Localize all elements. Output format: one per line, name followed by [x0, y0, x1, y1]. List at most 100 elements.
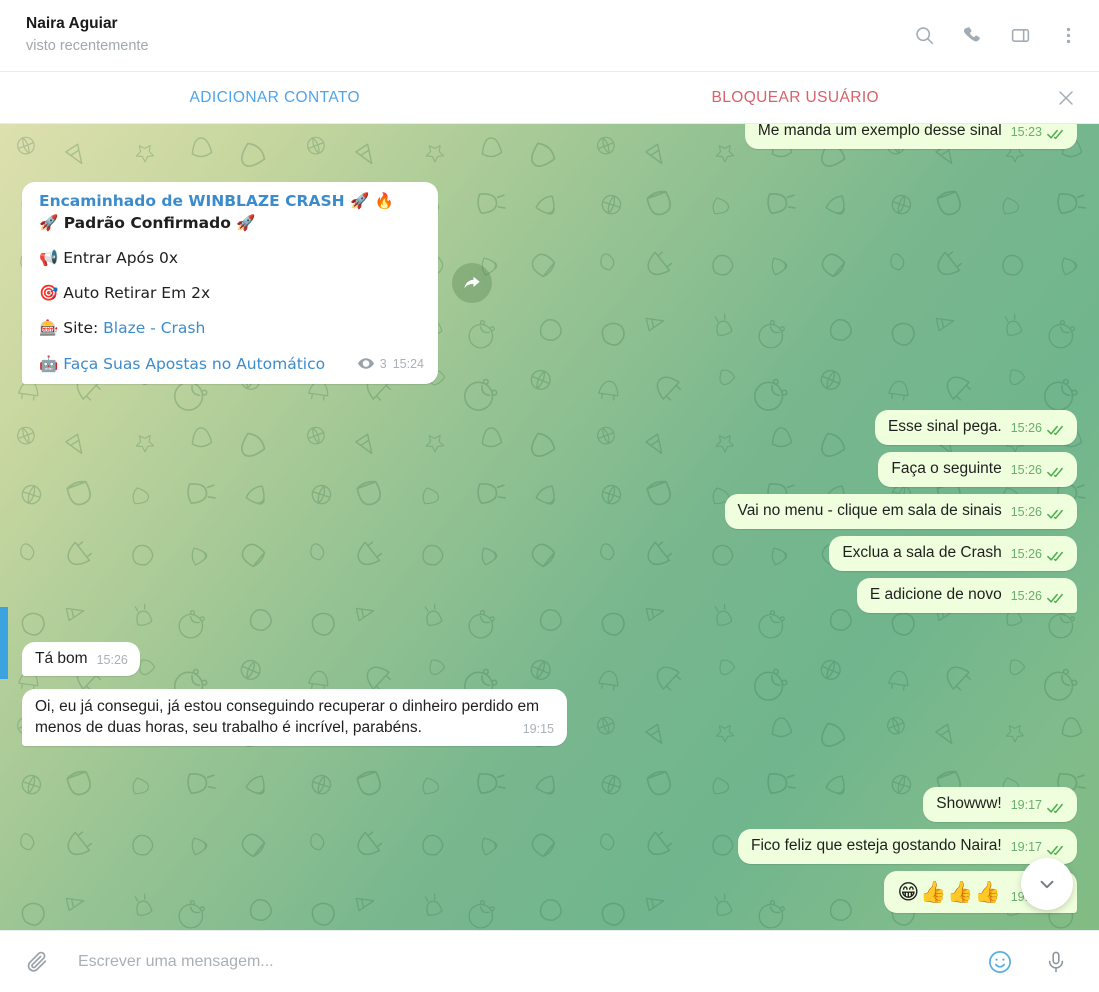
message-text: Esse sinal pega.: [887, 417, 1002, 435]
message-time: 15:24: [392, 356, 424, 371]
message-row: Showww! 19:17: [22, 787, 1077, 823]
message-time: 15:26: [1010, 546, 1042, 561]
message-meta: 15:26: [97, 652, 128, 670]
message-bubble-outgoing[interactable]: Fico feliz que esteja gostando Naira! 19…: [737, 829, 1077, 865]
message-text: 😁👍👍👍: [897, 880, 1002, 905]
message-time: 15:26: [1010, 420, 1042, 435]
signal-title: 🚀 Padrão Confirmado 🚀: [39, 213, 256, 232]
message-meta: 15:26: [1011, 504, 1065, 522]
message-meta: 15:26: [1011, 588, 1065, 606]
message-text: Fico feliz que esteja gostando Naira!: [750, 837, 1002, 855]
message-time: 15:23: [1010, 125, 1042, 140]
read-receipt-icon: [1047, 506, 1065, 520]
message-row: Vai no menu - clique em sala de sinais 1…: [22, 493, 1077, 529]
message-row: Fico feliz que esteja gostando Naira! 19…: [22, 829, 1077, 865]
message-time: 15:26: [1010, 588, 1042, 603]
telegram-chat-window: Naira Aguiar visto recentemente ADICIONA…: [0, 0, 1099, 992]
message-bubble-incoming[interactable]: Tá bom 15:26: [22, 641, 140, 677]
message-time: 15:26: [1010, 462, 1042, 477]
message-row: Tá bom 15:26: [22, 641, 1077, 677]
search-icon[interactable]: [911, 23, 937, 49]
peer-status: visto recentemente: [26, 38, 149, 55]
read-receipt-icon: [1047, 126, 1065, 140]
message-time: 19:17: [1010, 840, 1042, 855]
message-composer: [0, 930, 1099, 992]
add-contact-button[interactable]: ADICIONAR CONTATO: [0, 89, 550, 107]
forwarded-message-row: Encaminhado de WINBLAZE CRASH 🚀 🔥 🚀 Padr…: [22, 181, 1077, 384]
forwarded-from-label[interactable]: Encaminhado de WINBLAZE CRASH 🚀 🔥: [39, 192, 424, 210]
message-row: Faça o seguinte 15:26: [22, 451, 1077, 487]
read-receipt-icon: [1047, 422, 1065, 436]
signal-autowithdraw-rule: 🎯 Auto Retirar Em 2x: [39, 283, 211, 302]
message-meta: 15:23: [1011, 124, 1065, 142]
read-receipt-icon: [1047, 590, 1065, 604]
message-row: Esse sinal pega. 15:26: [22, 409, 1077, 445]
message-time: 15:26: [1010, 504, 1042, 519]
message-bubble-incoming[interactable]: Oi, eu já consegui, já estou conseguindo…: [22, 689, 567, 747]
message-row: Oi, eu já consegui, já estou conseguindo…: [22, 689, 1077, 747]
signal-entry-rule: 📢 Entrar Após 0x: [39, 248, 179, 267]
close-icon[interactable]: [1053, 85, 1079, 111]
message-meta: 19:15: [523, 721, 554, 739]
chat-background: Me manda um exemplo desse sinal 15:23 En…: [0, 124, 1099, 930]
page-title: Naira Aguiar: [26, 15, 118, 33]
message-text: Faça o seguinte: [891, 459, 1002, 477]
message-bubble-outgoing[interactable]: Me manda um exemplo desse sinal 15:23: [744, 124, 1077, 149]
phone-icon[interactable]: [959, 23, 985, 49]
message-time: 19:15: [522, 722, 554, 737]
panel-icon[interactable]: [1007, 23, 1033, 49]
signal-auto-row: 🤖 Faça Suas Apostas no Automático: [39, 353, 325, 375]
message-time: 19:17: [1010, 798, 1042, 813]
message-bubble-outgoing[interactable]: E adicione de novo 15:26: [856, 577, 1077, 613]
block-user-button[interactable]: BLOQUEAR USUÁRIO: [550, 89, 1099, 107]
message-text: Me manda um exemplo desse sinal: [757, 124, 1002, 139]
message-row: E adicione de novo 15:26: [22, 577, 1077, 613]
forwarded-signal-card[interactable]: Encaminhado de WINBLAZE CRASH 🚀 🔥 🚀 Padr…: [22, 181, 438, 384]
views-eye-icon: [357, 358, 374, 370]
signal-site-row: 🎰 Site: Blaze - Crash: [39, 317, 424, 339]
signal-site-link[interactable]: Blaze - Crash: [103, 319, 205, 337]
message-bubble-outgoing[interactable]: Exclua a sala de Crash 15:26: [829, 535, 1077, 571]
chat-scrollbar-track[interactable]: [0, 124, 8, 930]
message-text: Vai no menu - clique em sala de sinais: [737, 501, 1002, 519]
more-vertical-icon[interactable]: [1055, 23, 1081, 49]
paperclip-icon[interactable]: [22, 947, 52, 977]
read-receipt-icon: [1047, 842, 1065, 855]
message-text: Oi, eu já consegui, já estou conseguindo…: [35, 698, 544, 737]
signal-site-label: 🎰 Site:: [39, 318, 104, 337]
peer-info[interactable]: Naira Aguiar visto recentemente: [26, 14, 911, 56]
message-text: Exclua a sala de Crash: [842, 543, 1002, 561]
message-input[interactable]: [68, 952, 969, 971]
message-time: 15:26: [96, 652, 128, 667]
message-bubble-outgoing[interactable]: Showww! 19:17: [923, 787, 1077, 823]
message-text: E adicione de novo: [869, 585, 1002, 603]
message-row: Exclua a sala de Crash 15:26: [22, 535, 1077, 571]
header-actions: [911, 23, 1081, 49]
message-meta: 19:17: [1011, 797, 1065, 815]
chat-header: Naira Aguiar visto recentemente: [0, 0, 1099, 72]
message-bubble-outgoing[interactable]: Esse sinal pega. 15:26: [874, 409, 1077, 445]
microphone-icon[interactable]: [1041, 947, 1071, 977]
signal-auto-link[interactable]: Faça Suas Apostas no Automático: [63, 355, 325, 373]
read-receipt-icon: [1047, 548, 1065, 562]
message-bubble-outgoing[interactable]: Vai no menu - clique em sala de sinais 1…: [724, 493, 1077, 529]
smiley-icon[interactable]: [985, 947, 1015, 977]
message-meta: 15:26: [1011, 546, 1065, 564]
chat-scrollbar[interactable]: [0, 607, 8, 679]
message-text: Tá bom: [35, 649, 88, 667]
message-meta: 15:26: [1011, 420, 1065, 438]
message-row: Me manda um exemplo desse sinal 15:23: [22, 124, 1077, 149]
scroll-to-bottom-button[interactable]: [1021, 858, 1073, 910]
read-receipt-icon: [1047, 800, 1065, 813]
message-bubble-outgoing[interactable]: Faça o seguinte 15:26: [878, 451, 1077, 487]
contact-action-bar: ADICIONAR CONTATO BLOQUEAR USUÁRIO: [0, 72, 1099, 124]
signal-card-footer: 🤖 Faça Suas Apostas no Automático 3 15:2…: [39, 353, 424, 375]
forward-icon[interactable]: [452, 262, 492, 303]
message-row: 😁👍👍👍 19:17: [22, 871, 1077, 914]
composer-actions: [985, 947, 1077, 977]
read-receipt-icon: [1047, 464, 1065, 478]
